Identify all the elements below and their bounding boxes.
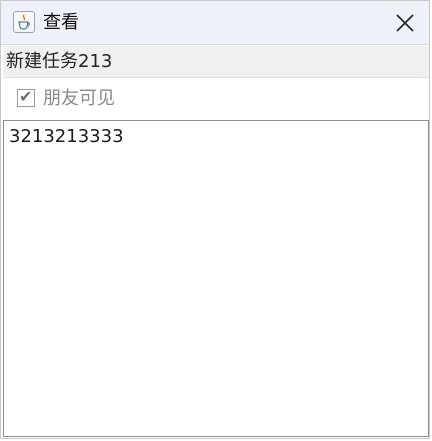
title-bar[interactable]: 查看 [1, 1, 429, 45]
close-button[interactable] [381, 1, 429, 45]
view-dialog: 查看 新建任务213 ✔ 朋友可见 3213213333 [0, 0, 430, 439]
java-cup-icon [13, 11, 35, 33]
task-name-text: 新建任务213 [6, 51, 113, 72]
content-text: 3213213333 [9, 126, 124, 147]
close-icon [396, 14, 414, 32]
friends-visible-label: 朋友可见 [43, 88, 115, 109]
check-mark-icon: ✔ [19, 87, 33, 106]
friends-visible-option: ✔ 朋友可见 [3, 84, 429, 118]
content-text-area[interactable]: 3213213333 [3, 120, 429, 437]
window-title: 查看 [43, 12, 79, 33]
friends-visible-checkbox: ✔ [17, 87, 35, 107]
task-name-field: 新建任务213 [3, 46, 429, 78]
